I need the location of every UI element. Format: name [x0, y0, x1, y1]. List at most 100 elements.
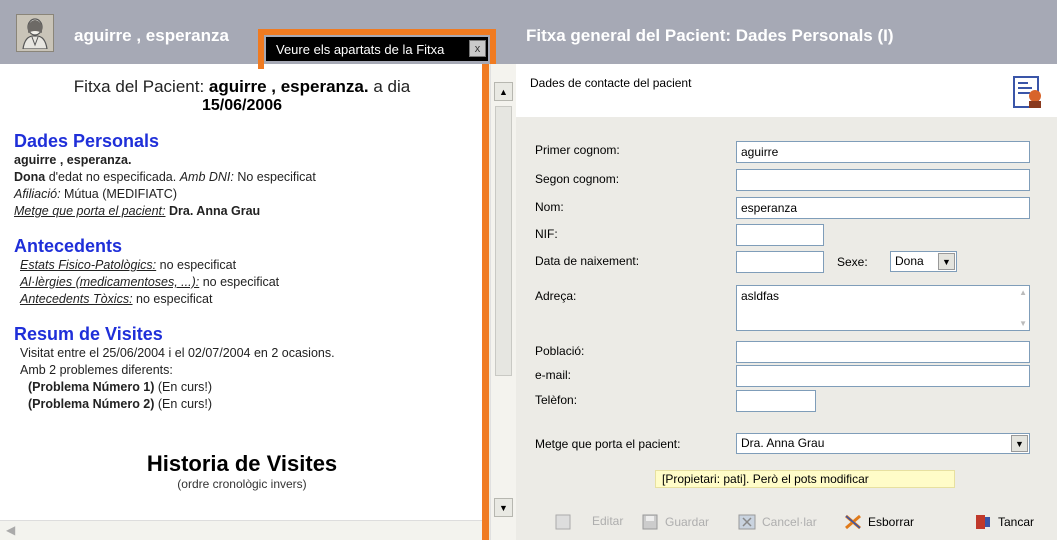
metge-select[interactable]: Dra. Anna Grau ▼ [736, 433, 1030, 454]
sections-menu-label: Veure els apartats de la Fitxa [276, 41, 445, 57]
patient-name: aguirre , esperanza [74, 26, 229, 45]
section-title-antecedents[interactable]: Antecedents [14, 236, 470, 257]
resum-line-1: Visitat entre el 25/06/2004 i el 02/07/2… [20, 346, 335, 360]
save-icon [642, 514, 658, 530]
sexe-value: Dona [895, 254, 924, 268]
ownership-note: [Propietari: pati]. Però el pots modific… [655, 470, 955, 488]
scroll-left-icon[interactable]: ◀ [6, 523, 15, 537]
telefon-input[interactable] [736, 390, 816, 412]
dades-dni-label: Amb DNI: [179, 170, 234, 184]
scroll-down-icon[interactable]: ▼ [494, 498, 513, 517]
highlight-bar [482, 64, 489, 540]
dades-afiliacio-line: Afiliació: Mútua (MEDIFIATC) [14, 186, 470, 203]
cancelar-button[interactable]: Cancel·lar [738, 514, 817, 530]
tancar-button[interactable]: Tancar [974, 514, 1034, 530]
dades-afiliacio-label: Afiliació: [14, 187, 61, 201]
summary-heading: Fitxa del Pacient: aguirre , esperanza. … [14, 76, 470, 97]
nif-label: NIF: [535, 227, 558, 241]
dades-sex-label: Dona [14, 170, 46, 184]
close-icon[interactable]: x [469, 40, 486, 57]
adreca-label: Adreça: [535, 289, 577, 303]
problem-label[interactable]: (Problema Número 1) [28, 380, 154, 394]
problem-status: (En curs!) [154, 380, 213, 394]
antecedent-link[interactable]: Antecedents Tòxics: [20, 292, 133, 306]
contact-form: Primer cognom: aguirre Segon cognom: Nom… [516, 117, 1057, 497]
resum-line-2: Amb 2 problemes diferents: [20, 363, 173, 377]
sections-menu-button[interactable]: Veure els apartats de la Fitxa x [266, 37, 488, 61]
dades-sex-text: d'edat no especificada. [45, 170, 180, 184]
nom-label: Nom: [535, 200, 564, 214]
chevron-down-icon[interactable]: ▼ [938, 253, 955, 270]
metge-value: Dra. Anna Grau [741, 436, 825, 450]
data-naixement-input[interactable] [736, 251, 824, 273]
section-title-resum[interactable]: Resum de Visites [14, 324, 470, 345]
editar-button[interactable]: Editar [592, 514, 623, 528]
vertical-scrollbar[interactable]: ▲ ▼ [490, 64, 516, 540]
telefon-label: Telèfon: [535, 393, 578, 407]
chevron-down-icon[interactable]: ▼ [1011, 435, 1028, 452]
summary-intro: Fitxa del Pacient: [73, 77, 209, 96]
editar-label: Editar [592, 514, 624, 528]
antecedent-text: no especificat [132, 292, 213, 306]
esborrar-button[interactable]: Esborrar [844, 514, 914, 530]
historia-subtitle: (ordre cronològic invers) [177, 477, 307, 491]
close-door-icon [976, 515, 990, 529]
primer-cognom-label: Primer cognom: [535, 143, 620, 157]
guardar-label: Guardar [665, 515, 710, 529]
problem-status: (En curs!) [154, 397, 213, 411]
sexe-select[interactable]: Dona ▼ [890, 251, 957, 272]
contact-card-icon [1013, 76, 1041, 108]
antecedent-item: Al·lèrgies (medicamentoses, ...): no esp… [14, 274, 470, 291]
scroll-up-icon[interactable]: ▲ [1019, 288, 1027, 297]
section-title-dades[interactable]: Dades Personals [14, 131, 470, 152]
summary-patient-name: aguirre , esperanza. [208, 77, 369, 96]
nom-input[interactable]: esperanza [736, 197, 1030, 219]
antecedent-item: Antecedents Tòxics: no especificat [14, 291, 470, 308]
blank-button [554, 514, 578, 530]
email-field[interactable] [736, 365, 1030, 387]
cancel-icon [738, 514, 756, 530]
contact-header: Dades de contacte del pacient [516, 64, 1057, 117]
esborrar-label: Esborrar [868, 515, 915, 529]
antecedent-text: no especificat [156, 258, 237, 272]
scroll-down-icon[interactable]: ▼ [1019, 319, 1027, 328]
dades-afiliacio-text: Mútua (MEDIFIATC) [60, 187, 177, 201]
nif-input[interactable] [736, 224, 824, 246]
dades-name: aguirre , esperanza. [14, 153, 132, 167]
antecedent-item: Estats Fisico-Patològics: no especificat [14, 257, 470, 274]
primer-cognom-input[interactable]: aguirre [736, 141, 1030, 163]
segon-cognom-label: Segon cognom: [535, 172, 620, 186]
scroll-up-icon[interactable]: ▲ [494, 82, 513, 101]
adreca-value: asldfas [741, 289, 780, 303]
page-title: Fitxa general del Pacient: Dades Persona… [526, 26, 894, 45]
scrollbar-thumb[interactable] [495, 106, 512, 376]
patient-form-pane: Dades de contacte del pacient Primer cog… [516, 64, 1057, 540]
dades-sex-line: Dona d'edat no especificada. Amb DNI: No… [14, 169, 470, 186]
segon-cognom-input[interactable] [736, 169, 1030, 191]
sexe-label: Sexe: [837, 255, 868, 269]
cancelar-label: Cancel·lar [762, 515, 817, 529]
dades-metge-text: Dra. Anna Grau [165, 204, 261, 218]
patient-avatar-icon [16, 14, 54, 52]
dades-metge-link[interactable]: Metge que porta el pacient: [14, 204, 166, 218]
adreca-textarea[interactable]: asldfas ▲ ▼ [736, 285, 1030, 331]
summary-intro-suffix: a dia [368, 77, 411, 96]
poblacio-label: Població: [535, 344, 585, 358]
guardar-button[interactable]: Guardar [641, 514, 709, 530]
contact-title: Dades de contacte del pacient [530, 76, 692, 90]
horizontal-scrollbar[interactable]: ◀ [0, 520, 484, 540]
poblacio-input[interactable] [736, 341, 1030, 363]
patient-summary-pane: Fitxa del Pacient: aguirre , esperanza. … [0, 64, 484, 540]
antecedent-text: no especificat [199, 275, 280, 289]
summary-date: 15/06/2006 [201, 97, 283, 114]
dades-metge-line: Metge que porta el pacient: Dra. Anna Gr… [14, 203, 470, 220]
header-bar: aguirre , esperanza Fitxa general del Pa… [0, 0, 1057, 64]
problem-label[interactable]: (Problema Número 2) [28, 397, 154, 411]
problem-item: (Problema Número 2) (En curs!) [14, 396, 470, 413]
problem-item: (Problema Número 1) (En curs!) [14, 379, 470, 396]
dades-dni-text: No especificat [233, 170, 316, 184]
delete-icon [845, 514, 861, 530]
document-icon [555, 514, 571, 530]
antecedent-link[interactable]: Estats Fisico-Patològics: [20, 258, 156, 272]
antecedent-link[interactable]: Al·lèrgies (medicamentoses, ...): [20, 275, 199, 289]
